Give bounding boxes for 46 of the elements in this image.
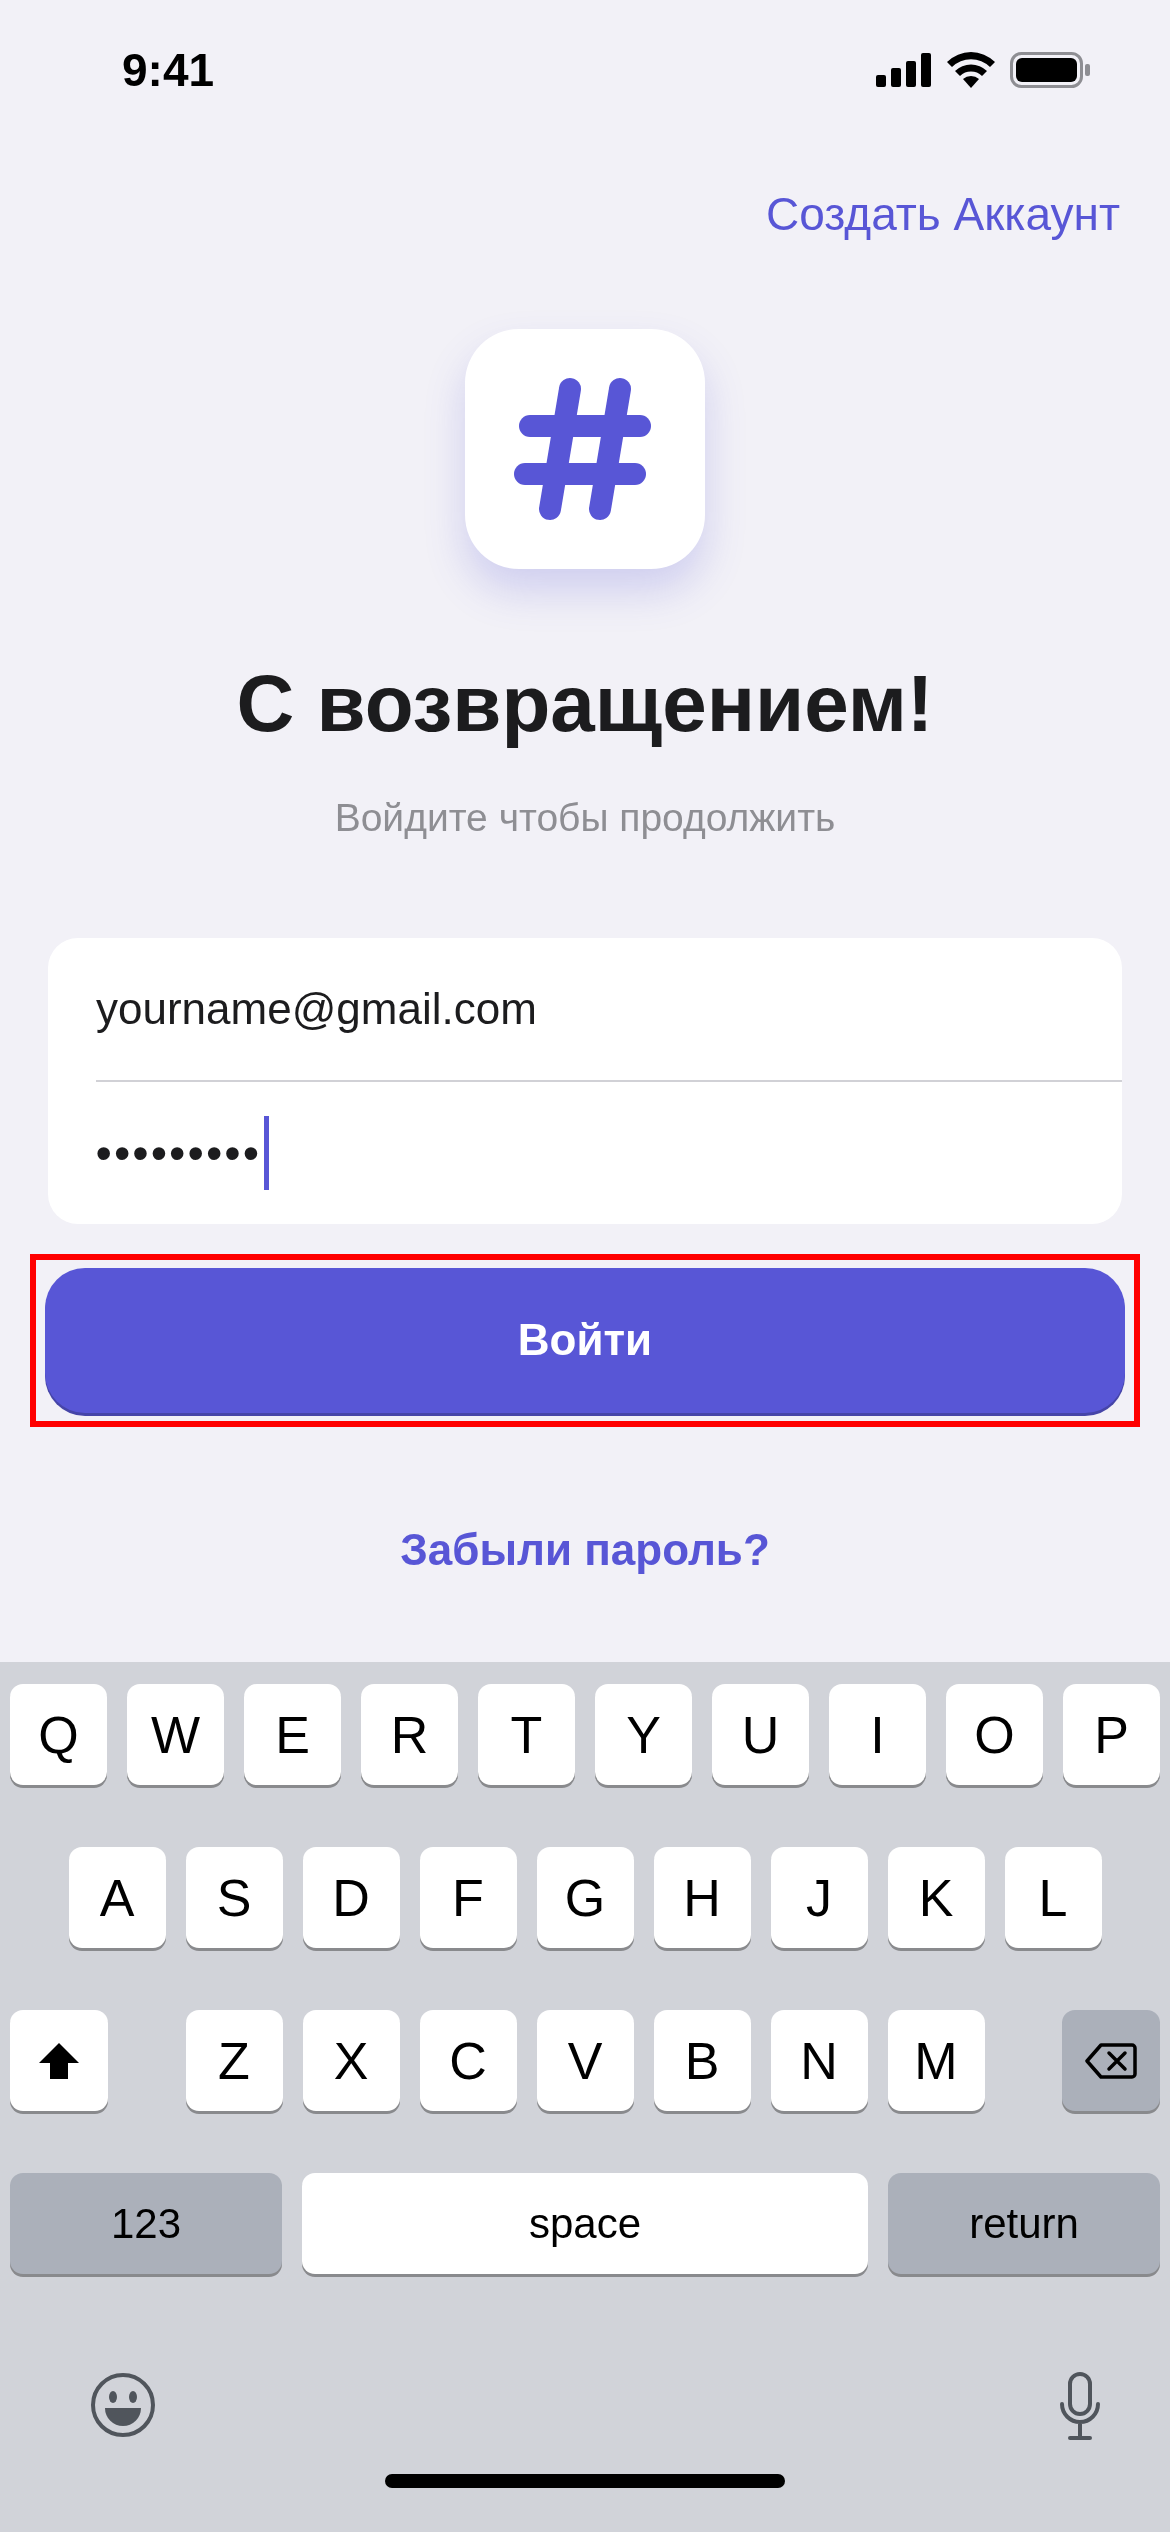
key[interactable]: S: [185, 1847, 283, 1948]
key[interactable]: B: [653, 2010, 751, 2111]
shift-icon: [37, 2040, 81, 2081]
shift-key[interactable]: [10, 2010, 108, 2111]
numbers-key[interactable]: 123: [10, 2173, 282, 2274]
key[interactable]: J: [770, 1847, 868, 1948]
key[interactable]: T: [478, 1684, 575, 1785]
key[interactable]: V: [536, 2010, 634, 2111]
key[interactable]: N: [770, 2010, 868, 2111]
subtitle: Войдите чтобы продолжить: [333, 795, 837, 841]
key[interactable]: I: [829, 1684, 926, 1785]
key[interactable]: C: [419, 2010, 517, 2111]
backspace-icon: [1085, 2041, 1137, 2080]
password-field[interactable]: •••••••••: [96, 1081, 1122, 1224]
create-account-link[interactable]: Создать Аккаунт: [765, 180, 1120, 249]
status-time: 9:41: [122, 42, 215, 98]
backspace-key[interactable]: [1062, 2010, 1160, 2111]
forgot-password-link[interactable]: Забыли пароль?: [400, 1516, 770, 1583]
email-field[interactable]: yourname@gmail.com: [96, 937, 1122, 1080]
app-icon: [465, 329, 705, 569]
signal-icon: [876, 53, 932, 87]
key[interactable]: W: [127, 1684, 224, 1785]
key[interactable]: Y: [595, 1684, 692, 1785]
microphone-icon[interactable]: [1058, 2372, 1102, 2442]
key[interactable]: K: [887, 1847, 985, 1948]
key[interactable]: M: [887, 2010, 985, 2111]
key[interactable]: U: [712, 1684, 809, 1785]
key[interactable]: Q: [10, 1684, 107, 1785]
return-key[interactable]: return: [888, 2173, 1160, 2274]
battery-icon: [1010, 52, 1090, 88]
emoji-icon[interactable]: [90, 2372, 156, 2438]
key[interactable]: D: [302, 1847, 400, 1948]
key[interactable]: L: [1004, 1847, 1102, 1948]
wifi-icon: [946, 52, 996, 88]
key[interactable]: E: [244, 1684, 341, 1785]
key[interactable]: G: [536, 1847, 634, 1948]
space-key[interactable]: space: [302, 2173, 868, 2274]
key[interactable]: Z: [185, 2010, 283, 2111]
key[interactable]: H: [653, 1847, 751, 1948]
key[interactable]: R: [361, 1684, 458, 1785]
key[interactable]: P: [1063, 1684, 1160, 1785]
key[interactable]: O: [946, 1684, 1043, 1785]
login-button[interactable]: Войти: [45, 1267, 1125, 1413]
key[interactable]: X: [302, 2010, 400, 2111]
key[interactable]: A: [68, 1847, 166, 1948]
key[interactable]: F: [419, 1847, 517, 1948]
